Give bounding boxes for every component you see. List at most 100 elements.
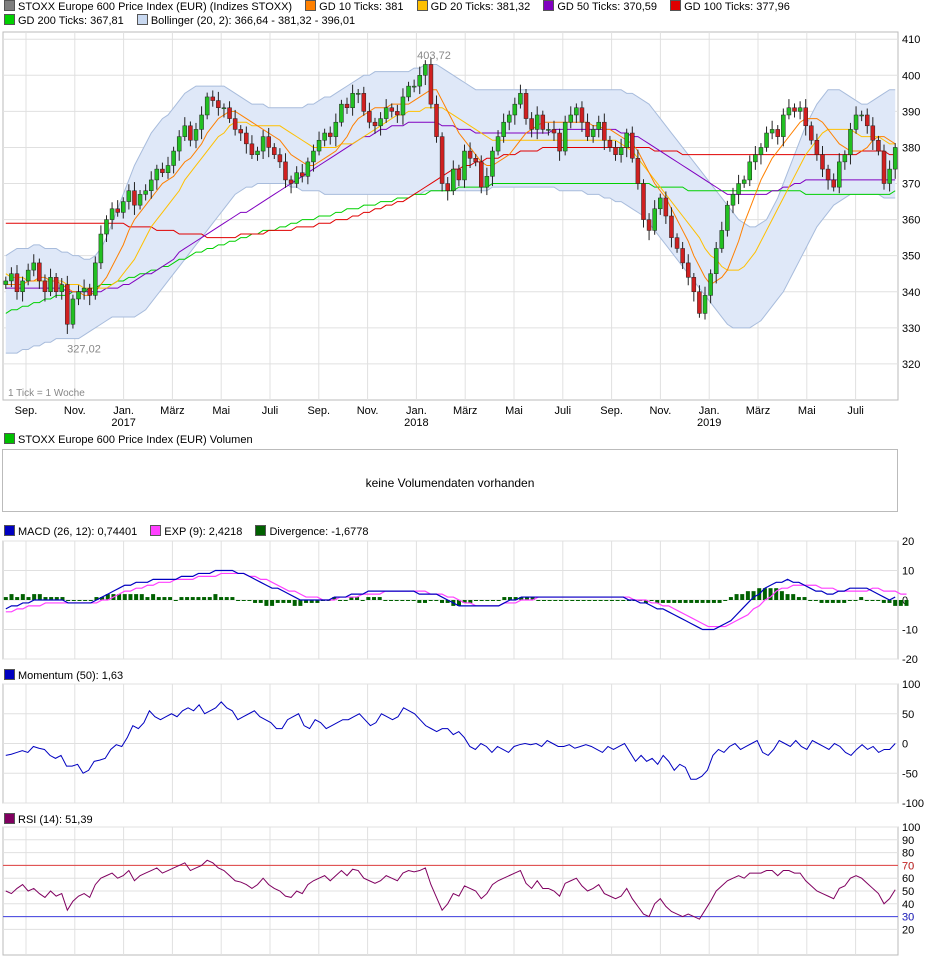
- divergence-bar: [667, 600, 671, 603]
- candle: [597, 122, 601, 129]
- candle: [188, 126, 192, 140]
- legend-label: GD 50 Ticks: 370,59: [557, 1, 657, 13]
- candle: [832, 180, 836, 187]
- legend-item-gd10: GD 10 Ticks: 381: [305, 0, 403, 13]
- y-tick-label: 10: [902, 566, 914, 578]
- candle: [239, 129, 243, 133]
- divergence-bar: [814, 600, 818, 601]
- y-tick-label: 340: [902, 287, 920, 299]
- candle: [211, 97, 215, 101]
- candle: [888, 169, 892, 183]
- divergence-bar: [706, 600, 710, 603]
- divergence-bar: [434, 600, 438, 601]
- candle: [765, 133, 769, 147]
- divergence-bar: [820, 600, 824, 603]
- candle: [720, 230, 724, 248]
- x-tick-label: Nov.: [64, 405, 86, 417]
- candle: [625, 133, 629, 147]
- candle: [407, 86, 411, 97]
- candle: [244, 133, 248, 144]
- candle: [563, 122, 567, 151]
- candle: [860, 115, 864, 116]
- candle: [820, 155, 824, 169]
- x-tick-label: Sep.: [15, 405, 38, 417]
- legend-swatch: [4, 14, 15, 25]
- candle: [837, 162, 841, 187]
- candle: [535, 115, 539, 129]
- candle: [272, 147, 276, 154]
- y-tick-label: -10: [902, 625, 918, 637]
- candle: [474, 158, 478, 162]
- divergence-bar: [746, 591, 750, 600]
- x-tick-label: Jan.: [406, 405, 427, 417]
- volume-panel: keine Volumendaten vorhanden: [2, 449, 898, 512]
- rsi-reference-label: 30: [902, 912, 914, 924]
- divergence-bar: [4, 597, 8, 600]
- divergence-bar: [89, 600, 93, 601]
- candle: [574, 108, 578, 115]
- legend-swatch: [4, 0, 15, 11]
- divergence-bar: [185, 597, 189, 600]
- legend-swatch: [4, 433, 15, 444]
- candle: [116, 209, 120, 213]
- candle: [669, 216, 673, 238]
- divergence-bar: [854, 600, 858, 601]
- candle: [558, 133, 562, 151]
- candle: [93, 263, 97, 295]
- x-tick-label: März: [746, 405, 770, 417]
- candle: [339, 104, 343, 122]
- candle: [619, 147, 623, 154]
- x-tick-label: Mai: [505, 405, 523, 417]
- tick-note: 1 Tick = 1 Woche: [8, 388, 85, 399]
- candle: [541, 115, 545, 129]
- divergence-bar: [208, 597, 212, 600]
- divergence-bar: [270, 600, 274, 606]
- candle: [462, 151, 466, 180]
- candle: [714, 248, 718, 273]
- y-tick-label: 80: [902, 848, 914, 860]
- divergence-bar: [202, 597, 206, 600]
- x-tick-label: Juli: [262, 405, 279, 417]
- divergence-bar: [123, 594, 127, 600]
- candle: [155, 169, 159, 180]
- main-legend-row-2: GD 200 Ticks: 367,81 Bollinger (20, 2): …: [4, 14, 365, 28]
- divergence-bar: [72, 600, 76, 601]
- candle: [435, 104, 439, 136]
- candle: [138, 194, 142, 205]
- divergence-bar: [236, 600, 240, 601]
- divergence-bar: [338, 600, 342, 601]
- candle: [261, 137, 265, 151]
- candle: [781, 115, 785, 137]
- candle: [636, 158, 640, 183]
- legend-label: Bollinger (20, 2): 366,64 - 381,32 - 396…: [151, 15, 355, 27]
- candle: [384, 108, 388, 119]
- candle: [194, 129, 198, 140]
- divergence-bar: [661, 600, 665, 603]
- high-annotation: 403,72: [417, 50, 451, 62]
- candle: [882, 151, 886, 183]
- x-tick-label: Juli: [555, 405, 572, 417]
- y-tick-label: -100: [902, 798, 924, 810]
- candle: [216, 101, 220, 108]
- year-label: 2018: [404, 417, 428, 429]
- divergence-bar: [480, 600, 484, 601]
- candle: [250, 144, 254, 155]
- year-label: 2019: [697, 417, 721, 429]
- candle: [518, 93, 522, 104]
- divergence-bar: [366, 597, 370, 600]
- divergence-bar: [689, 600, 693, 603]
- divergence-bar: [542, 600, 546, 601]
- candle: [233, 119, 237, 130]
- candle: [390, 108, 394, 112]
- divergence-bar: [344, 600, 348, 601]
- divergence-bar: [553, 600, 557, 601]
- x-tick-label: März: [453, 405, 477, 417]
- candle: [552, 129, 556, 133]
- candle: [256, 151, 260, 155]
- candle: [49, 277, 53, 291]
- divergence-bar: [672, 600, 676, 603]
- divergence-bar: [882, 600, 886, 603]
- divergence-bar: [899, 600, 903, 606]
- candle: [110, 209, 114, 220]
- divergence-bar: [293, 600, 297, 606]
